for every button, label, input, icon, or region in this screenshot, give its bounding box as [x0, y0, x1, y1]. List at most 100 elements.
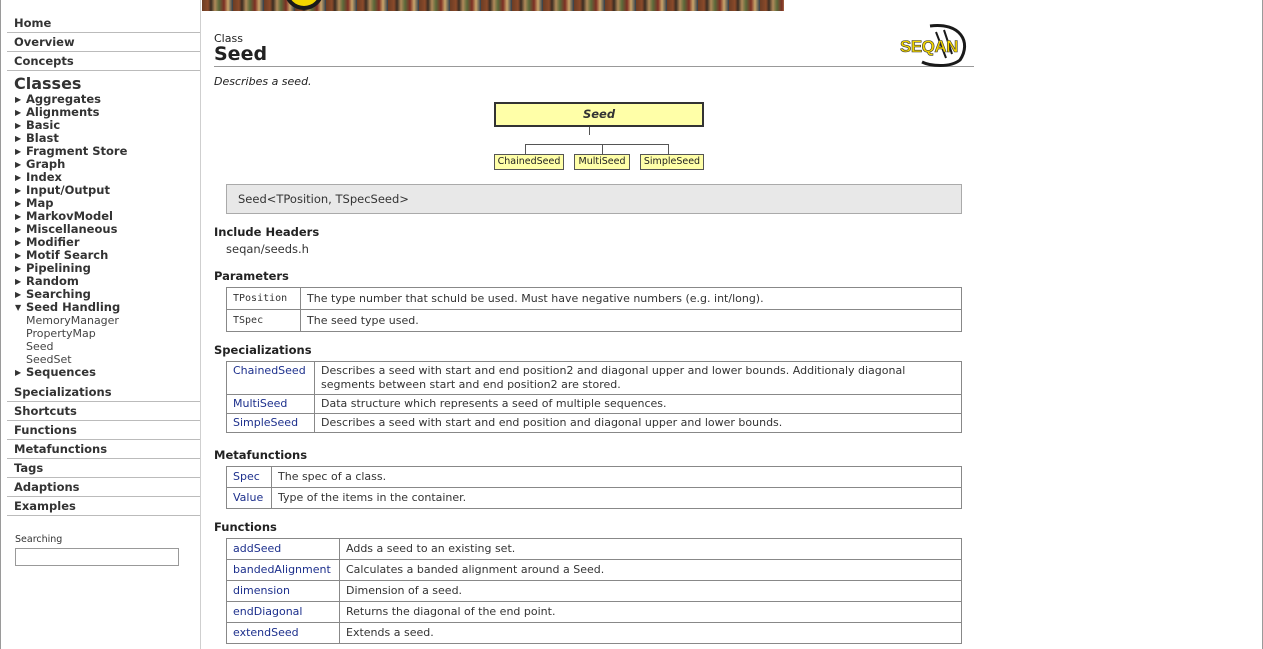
class-description: Describes a seed.: [214, 75, 312, 88]
functions-heading: Functions: [214, 520, 277, 534]
banner-logo-icon: [284, 0, 324, 10]
nav-home[interactable]: Home: [7, 14, 200, 33]
nav-metafunctions[interactable]: Metafunctions: [7, 440, 200, 459]
triangle-down-icon: ▼: [15, 303, 22, 312]
classes-heading[interactable]: Classes: [14, 75, 200, 93]
search-input[interactable]: [15, 548, 179, 566]
param-name: TPosition: [226, 287, 301, 310]
sidebar-category-label: Input/Output: [26, 183, 110, 197]
item-description: Dimension of a seed.: [339, 580, 962, 602]
triangle-right-icon: ▶: [15, 134, 22, 143]
nav-specializations[interactable]: Specializations: [7, 383, 200, 402]
inheritance-diagram: Seed ChainedSeed MultiSeed SimpleSeed: [494, 102, 706, 172]
item-description: Extends a seed.: [339, 622, 962, 644]
item-link[interactable]: ChainedSeed: [226, 361, 315, 395]
metafunctions-table: Spec The spec of a class. Value Type of the…: [226, 466, 962, 509]
triangle-right-icon: ▶: [15, 199, 22, 208]
item-link[interactable]: SimpleSeed: [226, 413, 315, 433]
sidebar-category-label: MarkovModel: [26, 209, 113, 223]
sidebar-category-label: Basic: [26, 118, 61, 132]
table-row: addSeed Adds a seed to an existing set.: [226, 538, 962, 560]
item-link[interactable]: Value: [226, 487, 272, 509]
triangle-right-icon: ▶: [15, 160, 22, 169]
item-link[interactable]: endDiagonal: [226, 601, 340, 623]
specializations-heading: Specializations: [214, 343, 312, 357]
sidebar-category-sequences[interactable]: ▶ Sequences: [15, 366, 200, 379]
sidebar-category-seed-handling[interactable]: ▼ Seed Handling: [15, 301, 200, 314]
parameters-table: TPosition The type number that schuld be …: [226, 287, 962, 332]
item-description: Data structure which represents a seed o…: [314, 394, 962, 414]
table-row: TPosition The type number that schuld be …: [226, 287, 962, 310]
diagram-connector: [589, 127, 590, 135]
nav-shortcuts[interactable]: Shortcuts: [7, 402, 200, 421]
item-description: Calculates a banded alignment around a S…: [339, 559, 962, 581]
table-row: dimension Dimension of a seed.: [226, 580, 962, 602]
nav-tags[interactable]: Tags: [7, 459, 200, 478]
item-description: Describes a seed with start and end posi…: [314, 361, 962, 395]
class-signature: Seed<TPosition, TSpecSeed>: [226, 184, 962, 214]
triangle-right-icon: ▶: [15, 290, 22, 299]
sidebar-subitem-propertymap[interactable]: PropertyMap: [26, 327, 200, 340]
table-row: TSpec The seed type used.: [226, 309, 962, 332]
sidebar-category-label: Seed Handling: [26, 300, 121, 314]
diagram-connector: [525, 144, 668, 145]
diagram-child-chainedseed[interactable]: ChainedSeed: [494, 154, 564, 170]
item-link[interactable]: bandedAlignment: [226, 559, 340, 581]
sidebar-category-label: Modifier: [26, 235, 80, 249]
bottom-nav: Specializations Shortcuts Functions Metafun…: [1, 383, 200, 516]
triangle-right-icon: ▶: [15, 212, 22, 221]
item-description: The seed type used.: [300, 309, 962, 332]
include-headers-heading: Include Headers: [214, 225, 320, 239]
sidebar-category-label: Random: [26, 274, 79, 288]
nav-adaptions[interactable]: Adaptions: [7, 478, 200, 497]
diagram-child-simpleseed[interactable]: SimpleSeed: [640, 154, 704, 170]
title-divider: [214, 66, 974, 67]
table-row: MultiSeed Data structure which represents…: [226, 394, 962, 414]
triangle-right-icon: ▶: [15, 251, 22, 260]
sidebar-category-label: Motif Search: [26, 248, 109, 262]
include-header-value: seqan/seeds.h: [226, 242, 309, 256]
seqan-logo-icon[interactable]: SEQAN: [900, 22, 972, 68]
sidebar-subitem-seed[interactable]: Seed: [26, 340, 200, 353]
item-link[interactable]: Spec: [226, 466, 272, 488]
main-content: Class Seed SEQAN Describes a seed. Seed …: [214, 24, 974, 644]
sidebar-category-label: Alignments: [26, 105, 100, 119]
item-description: Describes a seed with start and end posi…: [314, 413, 962, 433]
triangle-right-icon: ▶: [15, 186, 22, 195]
functions-table: addSeed Adds a seed to an existing set. ba…: [226, 538, 962, 644]
item-description: The spec of a class.: [271, 466, 962, 488]
diagram-parent-node[interactable]: Seed: [494, 102, 704, 127]
item-link[interactable]: dimension: [226, 580, 340, 602]
diagram-child-multiseed[interactable]: MultiSeed: [574, 154, 630, 170]
sidebar-category-label: Pipelining: [26, 261, 91, 275]
nav-functions[interactable]: Functions: [7, 421, 200, 440]
nav-examples[interactable]: Examples: [7, 497, 200, 516]
table-row: Value Type of the items in the container.: [226, 487, 962, 509]
item-link[interactable]: extendSeed: [226, 622, 340, 644]
sidebar-category-label: Index: [26, 170, 62, 184]
sidebar-category-label: Miscellaneous: [26, 222, 118, 236]
sidebar-category-label: Graph: [26, 157, 66, 171]
param-name: TSpec: [226, 309, 301, 332]
item-link[interactable]: addSeed: [226, 538, 340, 560]
sidebar-category-label: Aggregates: [26, 92, 101, 106]
triangle-right-icon: ▶: [15, 108, 22, 117]
sidebar-category-label: Map: [26, 196, 54, 210]
sidebar-subitem-memorymanager[interactable]: MemoryManager: [26, 314, 200, 327]
sidebar-category-label: Blast: [26, 131, 59, 145]
table-row: extendSeed Extends a seed.: [226, 622, 962, 644]
triangle-right-icon: ▶: [15, 147, 22, 156]
nav-overview[interactable]: Overview: [7, 33, 200, 52]
item-link[interactable]: MultiSeed: [226, 394, 315, 414]
sidebar-category-label: Searching: [26, 287, 91, 301]
item-description: Adds a seed to an existing set.: [339, 538, 962, 560]
table-row: bandedAlignment Calculates a banded align…: [226, 559, 962, 581]
item-description: Returns the diagonal of the end point.: [339, 601, 962, 623]
table-row: endDiagonal Returns the diagonal of the e…: [226, 601, 962, 623]
sidebar: Home Overview Concepts Classes ▶ Aggregat…: [1, 0, 201, 649]
metafunctions-heading: Metafunctions: [214, 448, 308, 462]
diagram-connector: [602, 144, 603, 154]
specializations-table: ChainedSeed Describes a seed with start a…: [226, 361, 962, 433]
nav-concepts[interactable]: Concepts: [7, 52, 200, 71]
triangle-right-icon: ▶: [15, 368, 22, 377]
